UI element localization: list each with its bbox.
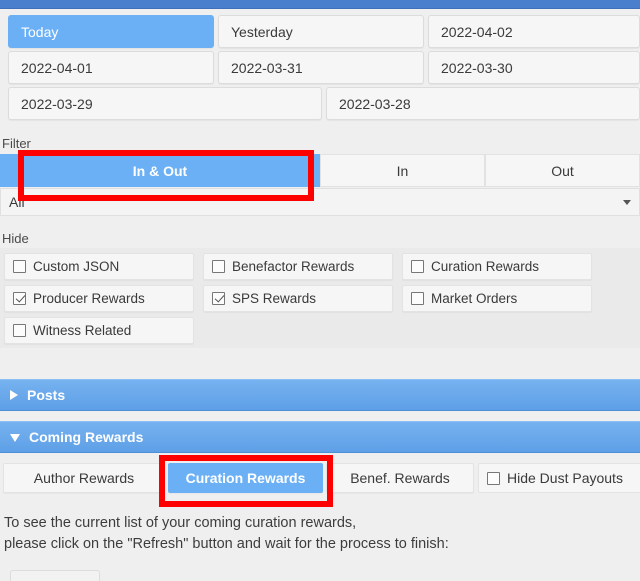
tab-label: Curation Rewards xyxy=(185,470,306,486)
date-button-2022-03-30[interactable]: 2022-03-30 xyxy=(428,51,640,84)
hide-checkbox-producer-rewards[interactable]: Producer Rewards xyxy=(4,285,194,312)
hide-checkbox-benefactor-rewards[interactable]: Benefactor Rewards xyxy=(203,253,393,280)
checkbox-icon[interactable] xyxy=(13,324,26,337)
filter-segment-out[interactable]: Out xyxy=(485,154,640,187)
transaction-filter-page: Today Yesterday 2022-04-02 2022-04-01 20… xyxy=(0,0,640,581)
section-title: Coming Rewards xyxy=(29,429,144,445)
hide-checkbox-label: Producer Rewards xyxy=(33,291,145,306)
checkbox-icon[interactable] xyxy=(13,292,26,305)
date-button-2022-04-01[interactable]: 2022-04-01 xyxy=(8,51,214,84)
hide-dust-payouts-checkbox[interactable]: Hide Dust Payouts xyxy=(478,463,640,493)
triangle-right-icon xyxy=(10,390,18,400)
refresh-button[interactable] xyxy=(10,570,100,581)
checkbox-icon[interactable] xyxy=(212,292,225,305)
checkbox-icon[interactable] xyxy=(212,260,225,273)
instructions-line-2: please click on the "Refresh" button and… xyxy=(4,536,449,552)
hide-checkbox-label: Witness Related xyxy=(33,323,132,338)
date-button-2022-03-29[interactable]: 2022-03-29 xyxy=(8,87,322,120)
date-button-label: 2022-03-28 xyxy=(339,95,411,112)
filter-segment-in-and-out[interactable]: In & Out xyxy=(0,154,320,187)
date-button-yesterday[interactable]: Yesterday xyxy=(218,15,424,48)
hide-checkbox-label: SPS Rewards xyxy=(232,291,317,306)
date-button-2022-03-28[interactable]: 2022-03-28 xyxy=(326,87,640,120)
tab-label: Benef. Rewards xyxy=(350,470,450,486)
checkbox-icon[interactable] xyxy=(487,471,500,485)
hide-checkbox-label: Curation Rewards xyxy=(431,259,540,274)
checkbox-icon[interactable] xyxy=(411,260,424,273)
date-button-label: 2022-04-01 xyxy=(21,59,93,76)
hide-checkbox-custom-json[interactable]: Custom JSON xyxy=(4,253,194,280)
filter-segment-label: In xyxy=(396,162,409,179)
hide-checkbox-market-orders[interactable]: Market Orders xyxy=(402,285,592,312)
hide-label: Hide xyxy=(2,231,29,246)
date-button-label: Yesterday xyxy=(231,23,293,40)
date-button-label: 2022-03-29 xyxy=(21,95,93,112)
date-button-label: 2022-03-31 xyxy=(231,59,303,76)
date-button-label: Today xyxy=(21,23,59,40)
hide-checkbox-label: Benefactor Rewards xyxy=(232,259,355,274)
hide-checkbox-curation-rewards[interactable]: Curation Rewards xyxy=(402,253,592,280)
filter-segment-label: In & Out xyxy=(132,162,188,179)
tab-label: Author Rewards xyxy=(33,470,135,486)
hide-checkbox-label: Market Orders xyxy=(431,291,518,306)
account-filter-value: All xyxy=(9,194,25,210)
date-button-2022-03-31[interactable]: 2022-03-31 xyxy=(218,51,424,84)
filter-segment-in[interactable]: In xyxy=(320,154,485,187)
date-button-today[interactable]: Today xyxy=(8,15,214,48)
filter-label: Filter xyxy=(2,136,31,151)
chevron-down-icon xyxy=(623,199,631,205)
account-filter-select[interactable]: All xyxy=(0,188,640,216)
triangle-down-icon xyxy=(10,434,20,442)
tab-benef-rewards[interactable]: Benef. Rewards xyxy=(326,463,474,493)
date-button-label: 2022-03-30 xyxy=(441,59,513,76)
section-header-coming-rewards[interactable]: Coming Rewards xyxy=(0,421,640,453)
tab-curation-rewards[interactable]: Curation Rewards xyxy=(168,463,323,493)
hide-dust-payouts-label: Hide Dust Payouts xyxy=(507,470,623,486)
date-button-2022-04-02[interactable]: 2022-04-02 xyxy=(428,15,640,48)
section-header-posts[interactable]: Posts xyxy=(0,379,640,411)
hide-options-panel: Custom JSON Benefactor Rewards Curation … xyxy=(0,248,640,348)
filter-segment-label: Out xyxy=(551,162,574,179)
hide-checkbox-witness-related[interactable]: Witness Related xyxy=(4,317,194,344)
hide-checkbox-label: Custom JSON xyxy=(33,259,120,274)
date-button-label: 2022-04-02 xyxy=(441,23,513,40)
instructions-line-1: To see the current list of your coming c… xyxy=(4,515,357,531)
top-accent-bar xyxy=(0,0,640,9)
section-title: Posts xyxy=(27,387,66,403)
checkbox-icon[interactable] xyxy=(411,292,424,305)
hide-checkbox-sps-rewards[interactable]: SPS Rewards xyxy=(203,285,393,312)
tab-author-rewards[interactable]: Author Rewards xyxy=(3,463,165,493)
checkbox-icon[interactable] xyxy=(13,260,26,273)
